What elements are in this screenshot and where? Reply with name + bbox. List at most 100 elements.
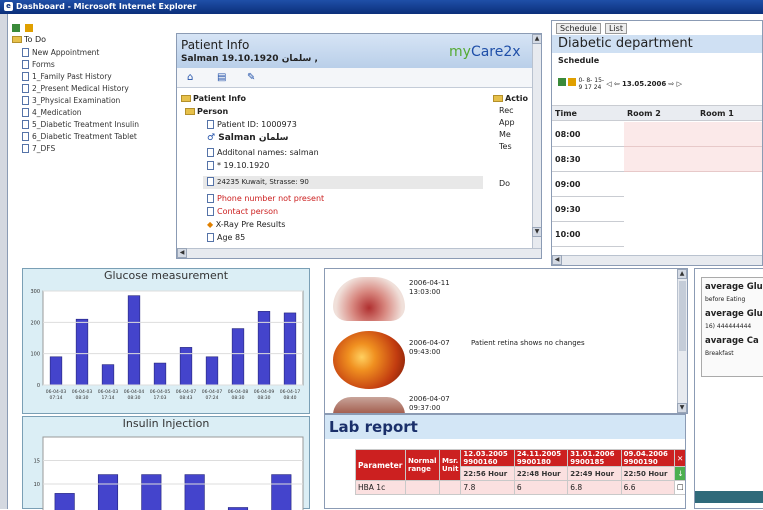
schedule-toolbar: 0- 8- 15-9 17 24 ◁ ⇦ 13.05.2006 ⇨ ▷	[558, 77, 682, 91]
tab-schedule[interactable]: Schedule	[556, 23, 601, 34]
refresh-icon[interactable]	[558, 78, 566, 86]
interval-selector[interactable]: 0- 8- 15-9 17 24	[578, 77, 604, 91]
scroll-left-button[interactable]: ◀	[177, 248, 187, 258]
document-icon	[22, 72, 29, 81]
document-icon	[22, 132, 29, 141]
x-tick-label: 08:40	[284, 395, 297, 401]
add-icon[interactable]	[12, 24, 20, 32]
bar	[232, 329, 244, 385]
toolbar-icons[interactable]	[12, 24, 33, 34]
scroll-down-button[interactable]: ▼	[677, 403, 687, 413]
image-entry-1: 2006-04-1113:03:00	[409, 279, 450, 297]
arrow-icon: ◆	[207, 220, 213, 229]
lab-close-cell[interactable]: ✕	[675, 450, 687, 467]
patient-scrollbar-v[interactable]: ▲▼	[532, 34, 542, 248]
close-icon[interactable]	[25, 24, 33, 32]
action-item[interactable]: Me	[493, 130, 533, 139]
action-item[interactable]: Tes	[493, 142, 533, 151]
averages-footer	[695, 491, 763, 503]
retina-image[interactable]	[333, 331, 405, 389]
x-tick-label: 08:30	[128, 395, 141, 401]
room2-slot[interactable]	[624, 147, 697, 172]
patient-name-node: ♂ Salman سلمان	[207, 133, 288, 143]
lab-row-param: HBA 1c	[356, 481, 406, 495]
action-item[interactable]: Do	[493, 179, 533, 188]
lab-value: 6.6	[621, 481, 674, 495]
x-tick-label: 06-04-05	[150, 389, 171, 395]
window-frame-left	[0, 14, 8, 509]
average-label: average Glu	[705, 309, 763, 319]
x-tick-label: 07:14	[50, 395, 63, 401]
ie-logo-icon: e	[4, 2, 13, 11]
scroll-left-button[interactable]: ◀	[552, 255, 562, 265]
contact-person[interactable]: Contact person	[207, 207, 278, 216]
bar	[272, 475, 292, 510]
home-icon[interactable]: ⌂	[187, 72, 193, 83]
bar	[180, 347, 192, 385]
room1-slot[interactable]	[697, 147, 762, 172]
time-slot: 08:00	[552, 122, 624, 147]
image-entry-3: 2006-04-0709:37:00	[409, 395, 450, 413]
scroll-down-button[interactable]: ▼	[532, 227, 542, 237]
x-tick-label: 17:03	[154, 395, 167, 401]
images-scrollbar-v[interactable]: ▲▼	[677, 269, 687, 414]
todo-item[interactable]: 3_Physical Examination	[22, 96, 120, 105]
todo-item[interactable]: 5_Diabetic Treatment Insulin	[22, 120, 139, 129]
document-icon[interactable]: ▤	[217, 72, 226, 83]
col-room1: Room 1	[700, 106, 734, 121]
print-icon[interactable]	[568, 78, 576, 86]
person-node[interactable]: Person	[185, 107, 228, 116]
image-note: Patient retina shows no changes	[471, 339, 585, 347]
x-tick-label: 06-04-09	[254, 389, 275, 395]
x-tick-label: 06-04-03	[72, 389, 93, 395]
scroll-up-button[interactable]: ▲	[677, 269, 687, 279]
todo-item[interactable]: 4_Medication	[22, 108, 82, 117]
patient-scrollbar-h[interactable]: ◀	[177, 248, 542, 258]
window-titlebar: eDashboard - Microsoft Internet Explorer	[0, 0, 763, 14]
room2-slot[interactable]	[624, 122, 697, 147]
care2x-logo: myCare2x	[449, 44, 521, 60]
document-icon	[207, 207, 214, 216]
bar	[76, 319, 88, 385]
averages-box: average Glu before Eating average Glu 16…	[701, 277, 763, 377]
xray-results[interactable]: ◆ X-Ray Pre Results	[207, 220, 285, 229]
insulin-chart-panel: Insulin Injection 1015	[22, 416, 310, 509]
scroll-thumb[interactable]	[679, 281, 686, 351]
edit-icon[interactable]: ✎	[247, 72, 255, 83]
todo-item[interactable]: 6_Diabetic Treatment Tablet	[22, 132, 137, 141]
patient-tree-root[interactable]: Patient Info	[181, 94, 246, 103]
lab-value: 6	[514, 481, 567, 495]
tab-list[interactable]: List	[605, 23, 627, 34]
todo-root[interactable]: To Do	[12, 35, 46, 44]
schedule-header-row: Time Room 2 Room 1	[552, 105, 763, 121]
patient-address[interactable]: 24235 Kuwait, Strasse: 90	[203, 176, 483, 189]
wound-image[interactable]	[333, 277, 405, 321]
folder-icon	[493, 95, 503, 102]
todo-item[interactable]: New Appointment	[22, 48, 99, 57]
foot-image[interactable]	[333, 397, 405, 414]
action-item[interactable]: App	[493, 118, 533, 127]
todo-item[interactable]: 7_DFS	[22, 144, 55, 153]
averages-panel: average Glu before Eating average Glu 16…	[694, 268, 763, 509]
lab-time: 22:48 Hour	[514, 467, 567, 481]
lab-param-header: Parameter	[356, 450, 406, 481]
action-item[interactable]: Rec	[493, 106, 533, 115]
todo-item[interactable]: Forms	[22, 60, 55, 69]
download-icon[interactable]: ↓	[675, 467, 687, 481]
phone-number[interactable]: Phone number not present	[207, 194, 324, 203]
scroll-up-button[interactable]: ▲	[532, 34, 542, 44]
document-icon	[207, 194, 214, 203]
next-arrow-icon[interactable]: ⇨ ▷	[669, 80, 682, 88]
lab-row-normal	[406, 481, 440, 495]
glucose-chart: 010020030006-04-0307:1406-04-0308:3006-0…	[23, 283, 309, 413]
average-sub: before Eating	[705, 296, 745, 303]
todo-item[interactable]: 2_Present Medical History	[22, 84, 129, 93]
todo-item[interactable]: 1_Family Past History	[22, 72, 112, 81]
room1-slot[interactable]	[697, 122, 762, 147]
lab-row-checkbox[interactable]: ☐	[675, 481, 687, 495]
document-icon	[207, 233, 214, 242]
schedule-scrollbar-h[interactable]: ◀	[552, 255, 763, 265]
glucose-chart-title: Glucose measurement	[23, 269, 309, 282]
prev-arrow-icon[interactable]: ◁ ⇦	[606, 80, 619, 88]
document-icon	[207, 177, 214, 186]
